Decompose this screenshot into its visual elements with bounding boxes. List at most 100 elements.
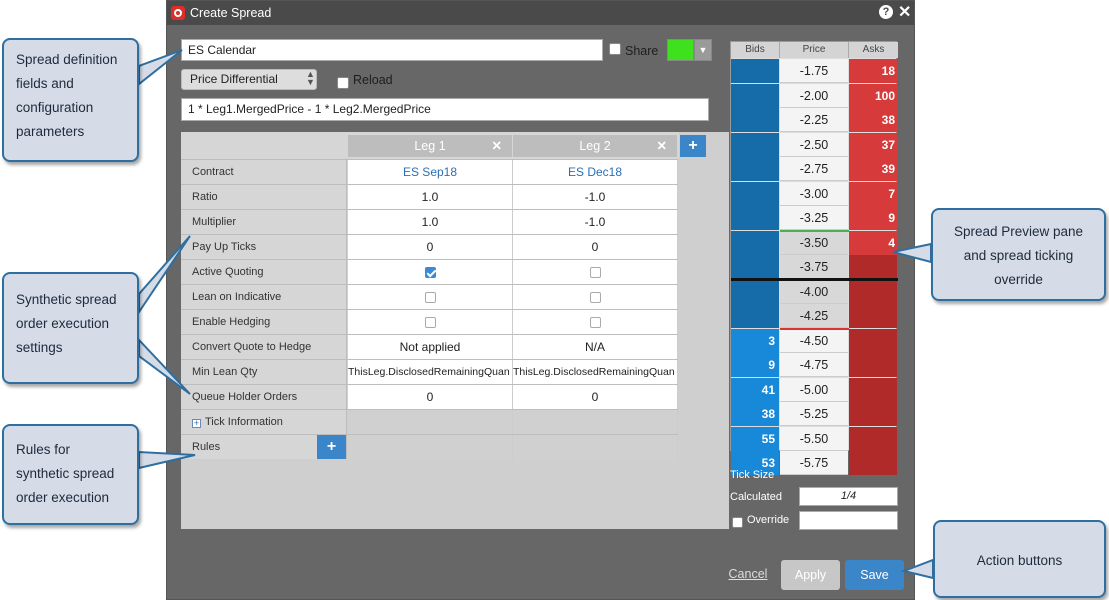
ask-cell[interactable] bbox=[849, 304, 897, 328]
tick-information-toggle[interactable]: + Tick Information bbox=[181, 410, 347, 434]
leg2-multiplier[interactable]: -1.0 bbox=[513, 210, 678, 234]
add-rule-button[interactable]: + bbox=[317, 435, 346, 459]
ask-cell[interactable] bbox=[849, 402, 897, 426]
price-cell[interactable]: -5.75 bbox=[780, 451, 848, 475]
leg1-contract[interactable]: ES Sep18 bbox=[348, 160, 513, 184]
bid-cell[interactable] bbox=[731, 181, 779, 206]
price-cell[interactable]: -3.00 bbox=[780, 181, 848, 206]
apply-button[interactable]: Apply bbox=[781, 560, 840, 590]
bid-cell[interactable] bbox=[731, 157, 779, 181]
bid-cell[interactable] bbox=[731, 108, 779, 132]
ask-cell[interactable]: 7 bbox=[849, 181, 897, 206]
ask-cell[interactable]: 100 bbox=[849, 83, 897, 108]
price-cell[interactable]: -3.75 bbox=[780, 255, 848, 279]
leg1-active-quoting-checkbox[interactable] bbox=[424, 267, 436, 279]
bid-cell[interactable] bbox=[731, 230, 779, 255]
add-leg-button[interactable]: + bbox=[680, 135, 706, 157]
bid-cell[interactable] bbox=[731, 83, 779, 108]
bid-cell[interactable] bbox=[731, 255, 779, 279]
leg1-convert[interactable]: Not applied bbox=[348, 335, 513, 359]
leg1-payup[interactable]: 0 bbox=[348, 235, 513, 259]
price-cell[interactable]: -2.00 bbox=[780, 83, 848, 108]
chevron-down-icon[interactable]: ▼ bbox=[694, 39, 712, 61]
expand-icon[interactable]: + bbox=[192, 419, 201, 428]
price-cell[interactable]: -5.50 bbox=[780, 426, 848, 451]
share-checkbox[interactable] bbox=[609, 43, 621, 55]
remove-leg2-icon[interactable]: ✕ bbox=[657, 135, 667, 157]
price-cell[interactable]: -4.25 bbox=[780, 304, 848, 328]
bid-cell[interactable]: 55 bbox=[731, 426, 779, 451]
ask-cell[interactable] bbox=[849, 426, 897, 451]
leg1-lean-checkbox[interactable] bbox=[424, 292, 436, 304]
price-cell[interactable]: -3.25 bbox=[780, 206, 848, 230]
ask-cell[interactable]: 9 bbox=[849, 206, 897, 230]
leg2-min-lean[interactable]: ThisLeg.DisclosedRemainingQuan bbox=[513, 360, 678, 384]
bid-cell[interactable]: 9 bbox=[731, 353, 779, 377]
bid-cell[interactable] bbox=[731, 304, 779, 328]
ask-cell[interactable]: 37 bbox=[849, 132, 897, 157]
bid-cell[interactable] bbox=[731, 59, 779, 83]
cancel-button[interactable]: Cancel bbox=[727, 561, 769, 587]
spread-type-select[interactable]: Price Differential bbox=[181, 69, 317, 90]
price-cell[interactable]: -2.50 bbox=[780, 132, 848, 157]
leg2-ratio[interactable]: -1.0 bbox=[513, 185, 678, 209]
ask-cell[interactable] bbox=[849, 255, 897, 279]
leg2-queue[interactable]: 0 bbox=[513, 385, 678, 409]
ask-cell[interactable] bbox=[849, 377, 897, 402]
ask-cell[interactable] bbox=[849, 451, 897, 475]
leg2-header[interactable]: Leg 2 ✕ bbox=[513, 135, 677, 157]
row-payup: Pay Up Ticks 0 0 bbox=[181, 234, 678, 259]
ask-cell[interactable]: 39 bbox=[849, 157, 897, 181]
bid-cell[interactable]: 3 bbox=[731, 328, 779, 353]
reload-checkbox[interactable] bbox=[337, 77, 349, 89]
price-cell[interactable]: -4.75 bbox=[780, 353, 848, 377]
leg1-tick-empty bbox=[348, 410, 513, 434]
leg2-contract[interactable]: ES Dec18 bbox=[513, 160, 678, 184]
leg2-payup[interactable]: 0 bbox=[513, 235, 678, 259]
ask-cell[interactable]: 38 bbox=[849, 108, 897, 132]
ask-cell[interactable]: 18 bbox=[849, 59, 897, 83]
leg1-multiplier[interactable]: 1.0 bbox=[348, 210, 513, 234]
override-checkbox[interactable] bbox=[732, 517, 743, 528]
spread-name-input[interactable]: ES Calendar bbox=[181, 39, 603, 61]
leg1-ratio[interactable]: 1.0 bbox=[348, 185, 513, 209]
ask-cell[interactable]: 4 bbox=[849, 230, 897, 255]
price-cell[interactable]: -4.50 bbox=[780, 328, 848, 353]
price-cell[interactable]: -2.25 bbox=[780, 108, 848, 132]
bid-cell[interactable]: 38 bbox=[731, 402, 779, 426]
callout-rules: Rules for synthetic spread order executi… bbox=[2, 424, 139, 525]
price-cell[interactable]: -1.75 bbox=[780, 59, 848, 83]
ladder-row: -2.50 37 bbox=[731, 132, 898, 157]
leg2-lean-checkbox[interactable] bbox=[589, 292, 601, 304]
bid-cell[interactable]: 41 bbox=[731, 377, 779, 402]
leg2-hedging-checkbox[interactable] bbox=[589, 317, 601, 329]
leg2-active-quoting-checkbox[interactable] bbox=[589, 267, 601, 279]
leg1-queue[interactable]: 0 bbox=[348, 385, 513, 409]
leg1-header[interactable]: Leg 1 ✕ bbox=[348, 135, 512, 157]
price-cell[interactable]: -5.25 bbox=[780, 402, 848, 426]
price-cell[interactable]: -4.00 bbox=[780, 279, 848, 304]
leg1-hedging-checkbox[interactable] bbox=[424, 317, 436, 329]
low-marker bbox=[780, 327, 849, 330]
title-bar: Create Spread ? ✕ bbox=[167, 1, 914, 25]
bid-cell[interactable] bbox=[731, 206, 779, 230]
row-contract: Contract ES Sep18 ES Dec18 bbox=[181, 159, 678, 184]
remove-leg1-icon[interactable]: ✕ bbox=[492, 135, 502, 157]
leg1-min-lean[interactable]: ThisLeg.DisclosedRemainingQuan bbox=[348, 360, 513, 384]
leg1-rules-empty bbox=[348, 435, 513, 459]
ask-cell[interactable] bbox=[849, 353, 897, 377]
price-cell[interactable]: -2.75 bbox=[780, 157, 848, 181]
help-icon[interactable]: ? bbox=[879, 5, 893, 19]
bid-cell[interactable] bbox=[731, 132, 779, 157]
override-tick-input[interactable] bbox=[799, 511, 898, 530]
ask-cell[interactable] bbox=[849, 279, 897, 304]
save-button[interactable]: Save bbox=[845, 560, 904, 590]
ask-cell[interactable] bbox=[849, 328, 897, 353]
bid-cell[interactable] bbox=[731, 279, 779, 304]
spread-formula-input[interactable]: 1 * Leg1.MergedPrice - 1 * Leg2.MergedPr… bbox=[181, 98, 709, 121]
close-icon[interactable]: ✕ bbox=[898, 2, 911, 22]
color-swatch[interactable] bbox=[667, 39, 694, 61]
price-cell[interactable]: -5.00 bbox=[780, 377, 848, 402]
leg2-convert[interactable]: N/A bbox=[513, 335, 678, 359]
price-cell[interactable]: -3.50 bbox=[780, 230, 848, 255]
